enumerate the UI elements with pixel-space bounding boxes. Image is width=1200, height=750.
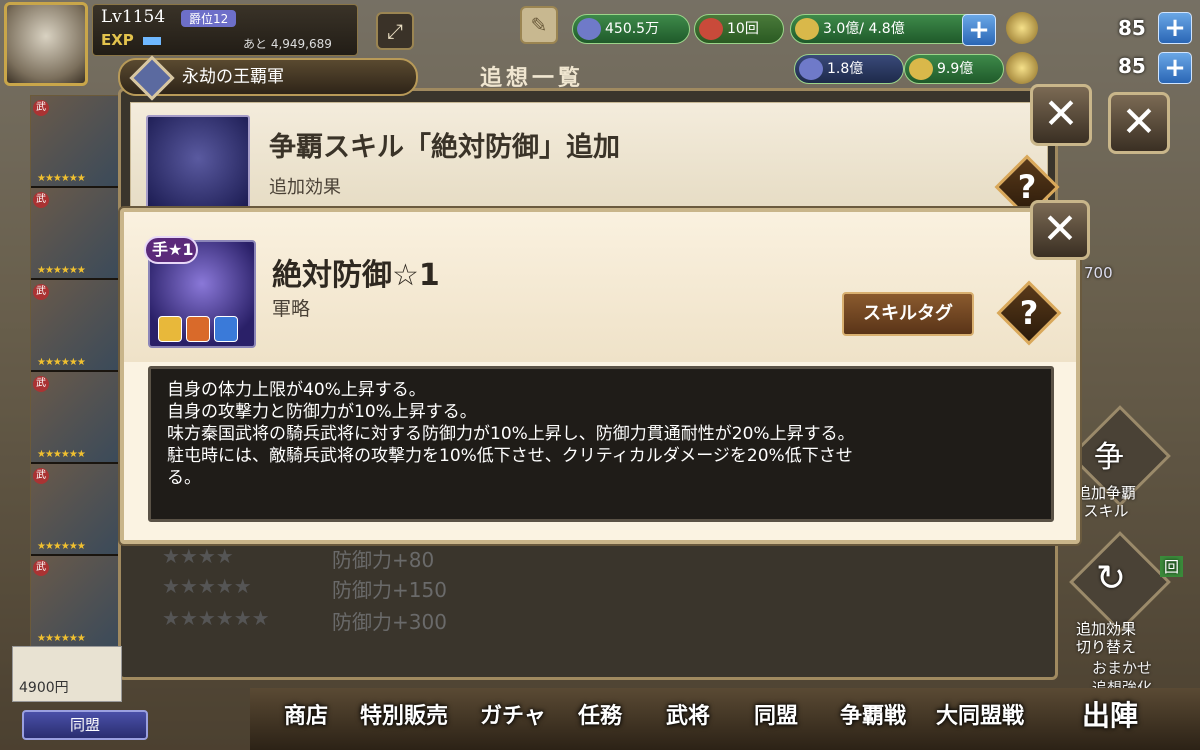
heart-icon (158, 316, 182, 342)
add-gem-button[interactable]: + (1158, 12, 1192, 44)
skill-description: 自身の体力上限が40%上昇する。 自身の攻撃力と防御力が10%上昇する。 味方秦… (148, 366, 1054, 522)
gem-count-2: 85 (1118, 54, 1146, 78)
nav-shop[interactable]: 商店 (284, 698, 328, 730)
exp-remaining: あと 4,949,689 (243, 37, 332, 51)
ticket-icon (699, 18, 723, 40)
list-item[interactable]: 武 ★★★★★★ (31, 188, 121, 280)
description-line: 自身の体力上限が40%上昇する。 (167, 380, 426, 400)
nav-special-sale[interactable]: 特別販売 (360, 698, 448, 730)
player-level: Lv1154 (101, 7, 166, 27)
list-item[interactable]: 武 ★★★★★★ (31, 96, 121, 188)
gem-count: 85 (1118, 16, 1146, 40)
skill-detail-modal: 手★1 絶対防御☆1 軍略 スキルタグ 自身の体力上限が40%上昇する。 自身の… (120, 208, 1080, 544)
star-value-5: 防御力+150 (332, 578, 447, 602)
star-value-4: 防御力+80 (332, 548, 435, 572)
player-avatar[interactable] (4, 2, 88, 86)
add-skill-button[interactable]: 追加争覇 スキル (1076, 484, 1136, 520)
description-line: 自身の攻撃力と防御力が10%上昇する。 (167, 402, 477, 422)
add-gold-button[interactable]: + (962, 14, 996, 46)
nav-grand-alliance[interactable]: 大同盟戦 (936, 698, 1024, 730)
close-outer-button[interactable]: ✕ (1108, 92, 1170, 154)
attack-up-icon (186, 316, 210, 342)
nav-conquest[interactable]: 争覇戦 (840, 698, 906, 730)
ally-button[interactable]: 同盟 (22, 710, 148, 740)
list-item[interactable]: 武 ★★★★★★ (31, 372, 121, 464)
nav-sortie[interactable]: 出陣 (1082, 694, 1138, 734)
list-item[interactable]: 武 ★★★★★★ (31, 280, 121, 372)
list-title: 追想一覧 (480, 66, 585, 91)
list-item[interactable]: 武 ★★★★★★ (31, 556, 121, 648)
recollection-card[interactable]: 争覇スキル「絶対防御」追加 追加効果 (130, 102, 1048, 212)
add-gem-button-2[interactable]: + (1158, 52, 1192, 84)
food-icon (577, 18, 601, 40)
skill-star-badge: 手★1 (144, 236, 198, 264)
gold-icon (795, 18, 819, 40)
side-count: 回 (1160, 556, 1184, 577)
refresh-icon: ↻ (1096, 558, 1127, 599)
modal-help-icon[interactable]: ? (1006, 290, 1052, 336)
mid-resource-icon (799, 58, 823, 80)
close-panel-button[interactable]: ✕ (1030, 84, 1092, 146)
skill-title: 絶対防御☆1 (272, 258, 440, 293)
skill-thumbnail (146, 115, 250, 211)
defense-up-icon (214, 316, 238, 342)
star-row-5: ★★★★★ (162, 574, 252, 598)
gold-resource: 3.0億/ 4.8億 (790, 14, 990, 44)
gem-icon (1006, 12, 1038, 44)
coin-resource: 9.9億 (904, 54, 1004, 84)
skill-category: 軍略 (272, 298, 311, 320)
star-row-4: ★★★★ (162, 544, 234, 568)
food-resource: 450.5万 (572, 14, 690, 44)
coin-icon (909, 58, 933, 80)
fight-power-box: 4900円 (12, 646, 122, 702)
nav-alliance[interactable]: 同盟 (754, 698, 798, 730)
modal-header: 手★1 絶対防御☆1 軍略 スキルタグ (124, 212, 1076, 362)
description-line: 味方秦国武将の騎兵武将に対する防御力が10%上昇し、防御力貫通耐性が20%上昇す… (167, 424, 855, 444)
fullscreen-icon[interactable]: ⤢ (376, 12, 414, 50)
general-list: 武 ★★★★★★ 武 ★★★★★★ 武 ★★★★★★ 武 ★★★★★★ 武 ★★★★★★ … (30, 95, 122, 685)
skill-tag-button[interactable]: スキルタグ (842, 292, 974, 336)
exp-bar (143, 37, 161, 45)
nav-mission[interactable]: 任務 (578, 698, 622, 730)
skill-icon: 手★1 (144, 236, 256, 348)
skill-char-icon: 争 (1094, 440, 1124, 475)
skill-effect-icons (158, 316, 238, 342)
nav-gacha[interactable]: ガチャ (480, 698, 546, 730)
mid-resource: 1.8億 (794, 54, 904, 84)
ticket-resource: 10回 (694, 14, 784, 44)
star-row-6: ★★★★★★ (162, 606, 270, 630)
card-subtitle: 追加効果 (269, 177, 341, 198)
star-value-6: 防御力+300 (332, 610, 447, 634)
scroll-icon[interactable]: ✎ (520, 6, 558, 44)
exp-label: EXP (101, 31, 134, 49)
card-title: 争覇スキル「絶対防御」追加 (269, 132, 620, 163)
nav-general[interactable]: 武将 (666, 698, 710, 730)
switch-effect-button[interactable]: 追加効果 切り替え (1076, 620, 1136, 656)
description-line: 駐屯時には、敵騎兵武将の攻撃力を10%低下させ、クリティカルダメージを20%低下… (167, 446, 853, 466)
close-modal-button[interactable]: ✕ (1030, 200, 1090, 260)
list-item[interactable]: 武 ★★★★★★ (31, 464, 121, 556)
description-line: る。 (167, 468, 201, 488)
side-value: 700 (1084, 264, 1113, 282)
player-level-box: Lv1154 爵位12 EXP あと 4,949,689 (92, 4, 358, 56)
rank-badge: 爵位12 (181, 10, 237, 27)
gem-icon-2 (1006, 52, 1038, 84)
